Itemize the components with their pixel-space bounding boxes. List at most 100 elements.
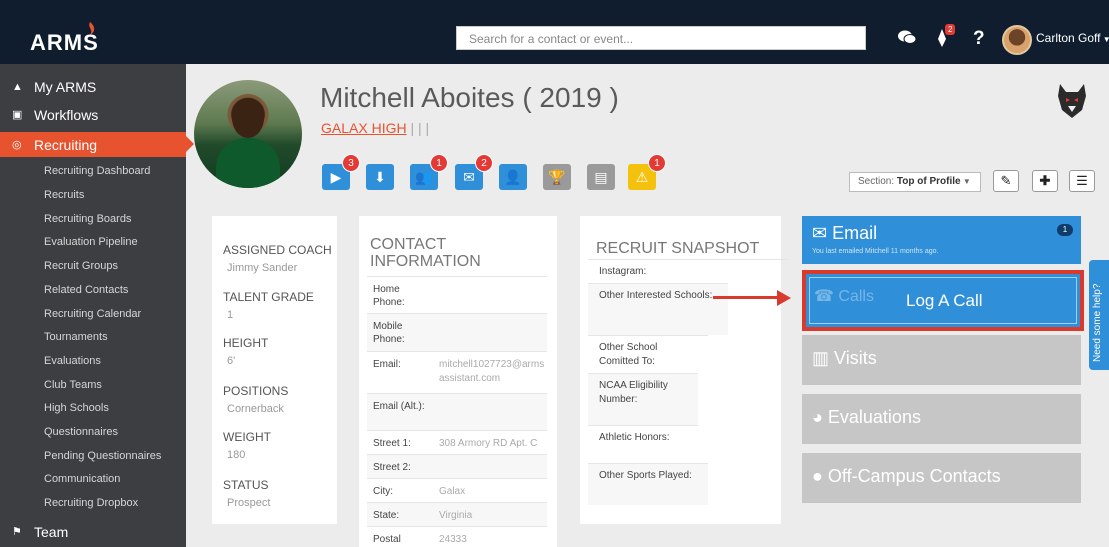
- clipboard-icon: ▣: [12, 109, 23, 121]
- recruit-photo-body: [216, 138, 280, 188]
- chat-icon[interactable]: [897, 28, 917, 51]
- sidebar-subitem[interactable]: Tournaments: [44, 331, 108, 343]
- snapshot-row: Other School Comitted To:: [588, 335, 708, 373]
- sidebar-item-my-arms[interactable]: ▲ My ARMS: [0, 74, 186, 99]
- need-help-tab[interactable]: Need some help?: [1089, 260, 1109, 370]
- sidebar-item-team[interactable]: ⚑ Team: [0, 519, 186, 544]
- arms-logo[interactable]: ARMS: [30, 20, 120, 54]
- evaluations-panel[interactable]: ◕ Evaluations: [802, 394, 1081, 444]
- contact-row: State: Virginia: [367, 502, 547, 526]
- group-button[interactable]: 👥 1: [410, 154, 448, 190]
- section-select-value: Top of Profile: [896, 176, 961, 187]
- school-line: GALAX HIGH | | |: [321, 120, 429, 136]
- sidebar-item-workflows[interactable]: ▣ Workflows: [0, 102, 186, 127]
- sidebar-subitem[interactable]: Questionnaires: [44, 426, 118, 438]
- caret-down-icon: ▼: [960, 177, 971, 186]
- sidebar-item-label: Recruiting: [34, 136, 98, 153]
- video-icon: ▶: [330, 168, 342, 185]
- contact-value: 24333: [439, 534, 467, 545]
- menu-button[interactable]: ☰: [1069, 170, 1095, 192]
- video-button[interactable]: ▶ 3: [322, 154, 360, 190]
- sidebar-subitem[interactable]: Recruit Groups: [44, 260, 118, 272]
- sidebar-subitem[interactable]: Recruiting Calendar: [44, 308, 141, 320]
- sidebar-subitem[interactable]: Pending Questionnaires: [44, 450, 161, 462]
- visits-title: ▥ Visits: [812, 348, 877, 368]
- contact-key: Home Phone:: [373, 284, 405, 308]
- school-link[interactable]: GALAX HIGH: [321, 120, 407, 136]
- logo-text: ARMS: [30, 30, 99, 54]
- sidebar-subitem[interactable]: Recruits: [44, 189, 84, 201]
- notification-badge: 2: [945, 24, 956, 35]
- help-icon[interactable]: ?: [973, 28, 985, 50]
- count-badge: 2: [475, 154, 493, 172]
- sidebar-item-label: My ARMS: [34, 78, 97, 95]
- log-call-button[interactable]: ☎ Calls Log A Call: [802, 270, 1084, 331]
- contact-value: Virginia: [439, 510, 473, 521]
- sidebar-subitem[interactable]: Recruiting Boards: [44, 213, 131, 225]
- sidebar-item-recruiting[interactable]: ◎ Recruiting: [0, 132, 194, 157]
- section-select[interactable]: Section: Top of Profile ▼: [849, 172, 981, 192]
- search-input[interactable]: Search for a contact or event...: [456, 26, 866, 50]
- field-value: 180: [227, 449, 246, 461]
- page-title: Mitchell Aboites ( 2019 ): [320, 82, 619, 113]
- sidebar-subitem[interactable]: Evaluations: [44, 355, 101, 367]
- plus-icon: ✚: [1039, 173, 1051, 188]
- email-panel[interactable]: ✉ Email You last emailed Mitchell 11 mon…: [802, 216, 1081, 264]
- field-label: STATUS: [223, 478, 269, 492]
- sidebar-subitem[interactable]: Related Contacts: [44, 284, 128, 296]
- annotation-arrow-head: [777, 290, 791, 306]
- caret-down-icon: ▼: [1102, 35, 1109, 44]
- trophy-button[interactable]: 🏆: [543, 164, 571, 190]
- warning-icon: ⚠: [635, 168, 649, 185]
- contact-key: State:: [373, 510, 400, 521]
- download-icon: ⬇: [374, 168, 386, 185]
- snapshot-row: Athletic Honors:: [588, 425, 698, 463]
- user-menu[interactable]: Carlton Goff ▼: [1036, 31, 1109, 45]
- menu-icon: ☰: [1076, 173, 1088, 188]
- contact-row: Postal 24333: [367, 526, 547, 547]
- add-button[interactable]: ✚: [1032, 170, 1058, 192]
- sidebar-subitem[interactable]: Club Teams: [44, 379, 102, 391]
- sidebar-item-label: Workflows: [34, 106, 99, 123]
- snapshot-row: Instagram:: [588, 259, 788, 283]
- contact-row: Email (Alt.):: [367, 393, 547, 430]
- document-icon: ▤: [594, 168, 608, 185]
- contact-key: Email:: [373, 359, 401, 370]
- document-button[interactable]: ▤: [587, 164, 615, 190]
- email-title: ✉ Email: [812, 223, 878, 243]
- field-label: HEIGHT: [223, 336, 269, 350]
- user-avatar[interactable]: [1002, 25, 1032, 55]
- sidebar-subitem[interactable]: Recruiting Dashboard: [44, 165, 150, 177]
- edit-button[interactable]: ✎: [993, 170, 1019, 192]
- sidebar-subitem[interactable]: High Schools: [44, 402, 109, 414]
- sidebar-subitem[interactable]: Recruiting Dropbox: [44, 497, 138, 509]
- snapshot-row: NCAA Eligibility Number:: [588, 373, 698, 425]
- contact-row: Street 2:: [367, 454, 547, 478]
- briefcase-icon: ▥: [812, 348, 830, 368]
- annotation-arrow: [713, 296, 779, 299]
- target-icon: ◎: [12, 139, 22, 151]
- visits-panel[interactable]: ▥ Visits: [802, 335, 1081, 385]
- coach-button[interactable]: 👤: [499, 164, 527, 190]
- dashboard-gauge-icon: ◕: [812, 407, 823, 427]
- field-value: 6': [227, 355, 236, 367]
- contact-key: Street 1:: [373, 438, 411, 449]
- email-count-badge: 1: [1057, 224, 1073, 236]
- field-value: Jimmy Sander: [227, 262, 298, 274]
- contact-row: Email: mitchell1027723@armsassistant.com: [367, 351, 547, 393]
- snapshot-row: Other Sports Played:: [588, 463, 708, 505]
- evaluations-title: ◕ Evaluations: [812, 407, 921, 427]
- contact-value[interactable]: mitchell1027723@armsassistant.com: [439, 358, 549, 386]
- snapshot-row: Other Interested Schools:: [588, 283, 728, 335]
- contact-card-icon: ✉: [463, 168, 475, 185]
- home-icon: ▲: [12, 80, 23, 93]
- off-campus-panel[interactable]: ● Off-Campus Contacts: [802, 453, 1081, 503]
- sidebar-subitem[interactable]: Evaluation Pipeline: [44, 236, 138, 248]
- download-button[interactable]: ⬇: [366, 164, 394, 190]
- count-badge: 3: [342, 154, 360, 172]
- group-icon: 👥: [415, 168, 433, 185]
- card-title: RECRUIT SNAPSHOT: [596, 240, 760, 257]
- warning-button[interactable]: ⚠ 1: [628, 154, 666, 190]
- sidebar-subitem[interactable]: Communication: [44, 473, 120, 485]
- contact-card-button[interactable]: ✉ 2: [455, 154, 493, 190]
